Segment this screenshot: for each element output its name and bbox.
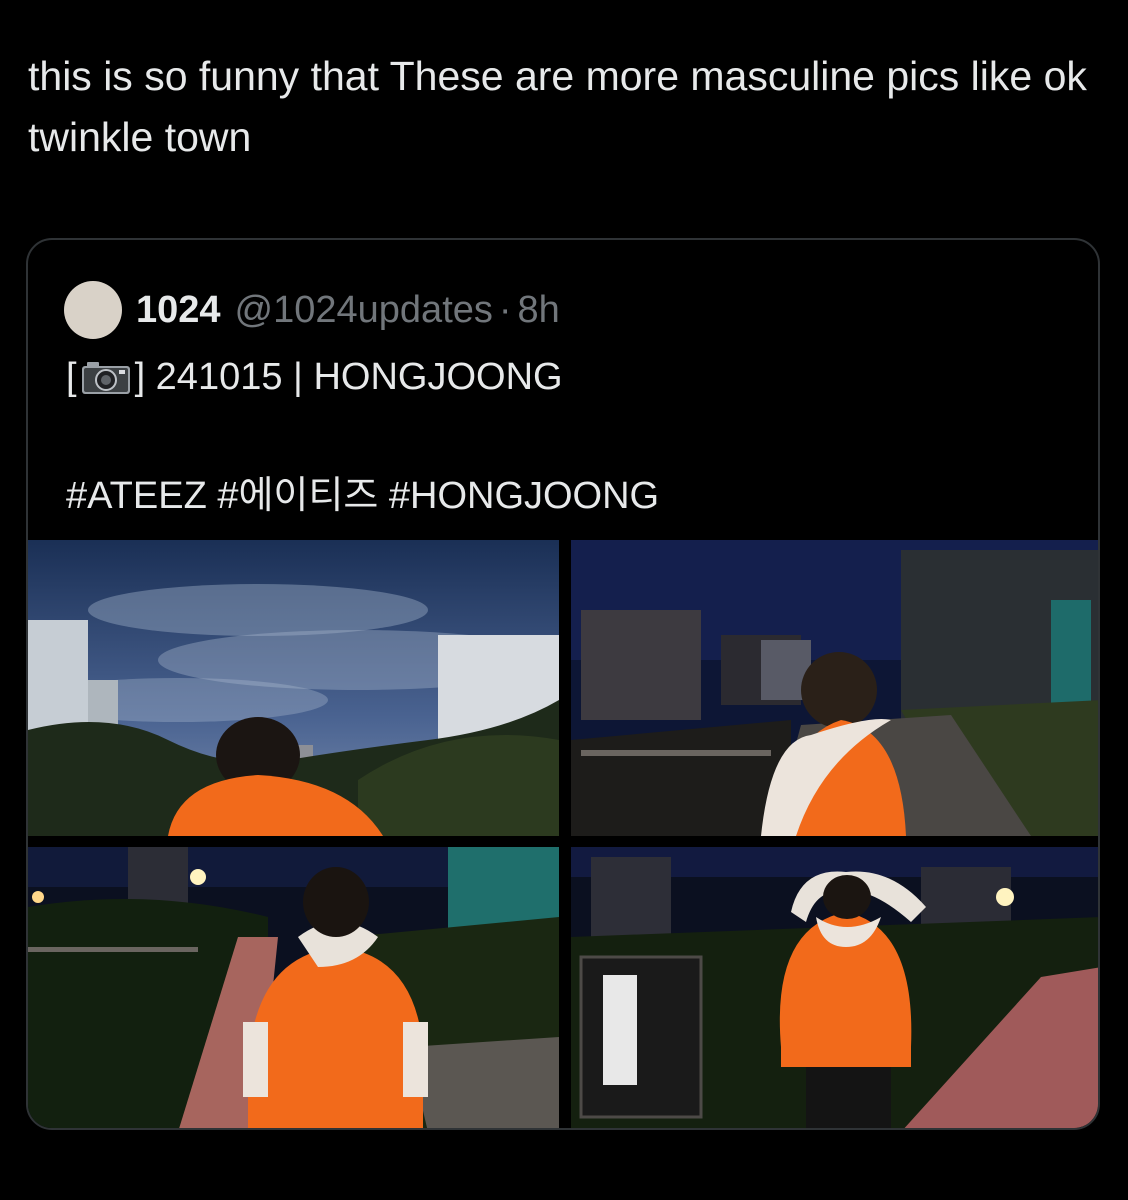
hashtags[interactable]: #ATEEZ #에이티즈 #HONGJOONG (66, 464, 659, 519)
post-caption: ] 241015 | HONGJOONG (134, 356, 563, 398)
photo-fence-scarf-pose[interactable] (571, 540, 1098, 836)
camera-icon (81, 361, 131, 395)
quoted-post-header: 1024 @1024updates · 8h (64, 281, 560, 339)
author-name[interactable]: 1024 (136, 289, 221, 332)
photo-grid (28, 540, 1098, 1128)
photo-walkway-back[interactable] (28, 847, 559, 1128)
quoted-post-line-1: [ ] 241015 | HONGJOONG (66, 356, 563, 399)
quoted-post[interactable]: 1024 @1024updates · 8h [ ] 241015 | HONG… (26, 238, 1100, 1130)
separator-dot: · (498, 288, 512, 331)
photo-arms-raised-back[interactable] (571, 847, 1098, 1128)
post-text: this is so funny that These are more mas… (28, 53, 1087, 160)
photo-night-sky-back[interactable] (28, 540, 559, 836)
bracket-open: [ (66, 356, 77, 398)
post-time[interactable]: 8h (518, 289, 560, 332)
avatar[interactable] (64, 281, 122, 339)
author-handle[interactable]: @1024updates (235, 289, 493, 332)
